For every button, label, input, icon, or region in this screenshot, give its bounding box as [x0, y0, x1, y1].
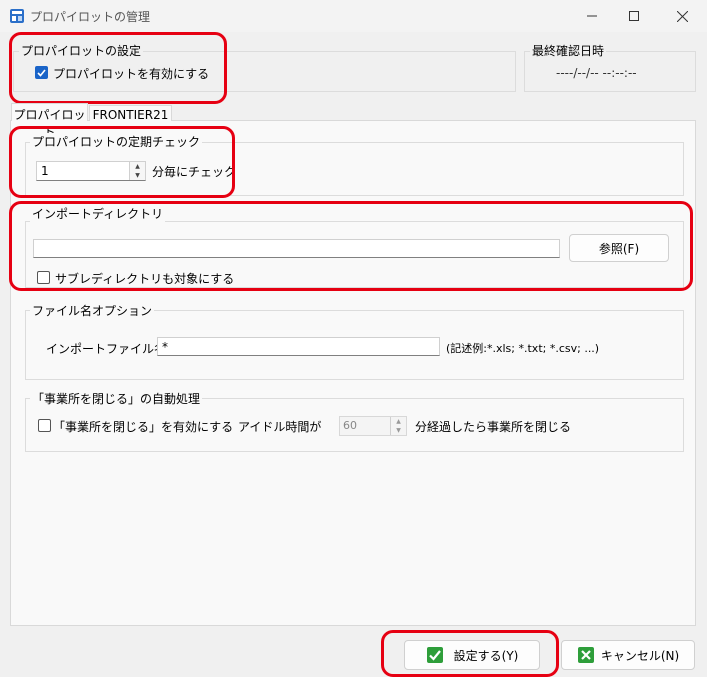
maximize-icon [629, 11, 639, 21]
idle-time-label: アイドル時間が [238, 420, 322, 434]
tab-frontier21[interactable]: FRONTIER21 [89, 105, 172, 122]
green-x-icon [577, 647, 594, 663]
last-check-value: ----/--/-- --:--:-- [556, 66, 637, 80]
spin-up-icon[interactable]: ▲ [391, 417, 406, 426]
minimize-icon [587, 15, 597, 17]
window-title: プロパイロットの管理 [30, 10, 151, 24]
auto-close-checkbox[interactable] [38, 419, 51, 432]
app-icon [9, 8, 25, 24]
idle-spin-buttons[interactable]: ▲ ▼ [390, 417, 406, 435]
highlight-periodic-check [9, 126, 235, 198]
auto-close-label: 「事業所を閉じる」の自動処理 [30, 390, 203, 407]
cancel-label[interactable]: キャンセル(N) [601, 647, 679, 664]
last-check-label: 最終確認日時 [530, 42, 607, 59]
close-button[interactable] [659, 0, 705, 32]
idle-time-spinbox[interactable]: 60 ▲ ▼ [339, 416, 407, 436]
maximize-button[interactable] [611, 0, 657, 32]
idle-time-suffix: 分経過したら事業所を閉じる [415, 420, 572, 434]
filename-example: (記述例:*.xls; *.txt; *.csv; ...) [446, 342, 600, 355]
auto-close-enable-label[interactable]: 「事業所を閉じる」を有効にする [53, 418, 233, 435]
highlight-pilot-settings [9, 32, 227, 104]
idle-time-value[interactable]: 60 [340, 417, 390, 435]
title-bar: プロパイロットの管理 [0, 0, 707, 32]
close-icon [676, 10, 688, 22]
spin-down-icon[interactable]: ▼ [391, 426, 406, 435]
highlight-import-dir [9, 201, 693, 291]
highlight-save-button [381, 630, 559, 677]
file-name-option-label: ファイル名オプション [30, 302, 155, 319]
tab-pilot[interactable]: プロパイロット [11, 103, 88, 139]
import-filename-label: インポートファイル名: [46, 342, 171, 356]
cancel-button[interactable]: キャンセル(N) [561, 640, 695, 670]
minimize-button[interactable] [569, 0, 615, 32]
import-filename-input[interactable]: * [157, 337, 440, 356]
